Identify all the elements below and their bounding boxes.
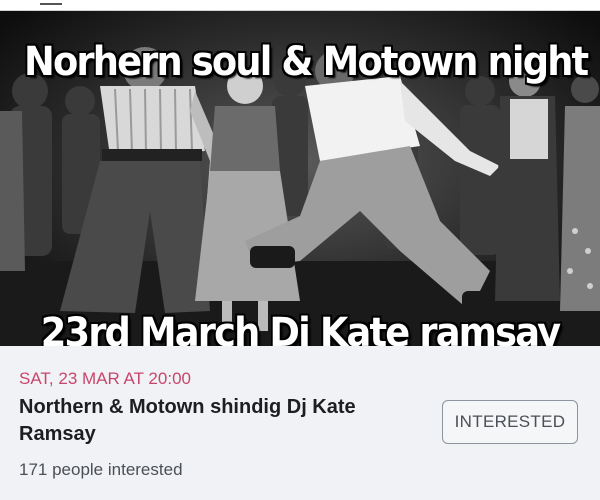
poster-subline: 23rd March Dj Kate ramsay bbox=[40, 310, 561, 346]
event-date: SAT, 23 MAR AT 20:00 bbox=[19, 369, 191, 388]
event-title[interactable]: Northern & Motown shindig Dj Kate Ramsay bbox=[19, 394, 419, 448]
top-strip-mark bbox=[40, 3, 62, 5]
poster-headline: Norhern soul & Motown night bbox=[24, 39, 589, 85]
interested-count[interactable]: 171 people interested bbox=[19, 460, 183, 480]
event-cover-image[interactable]: Norhern soul & Motown night 23rd March D… bbox=[0, 11, 600, 346]
interested-button[interactable]: INTERESTED bbox=[442, 400, 578, 444]
top-strip bbox=[0, 0, 600, 11]
